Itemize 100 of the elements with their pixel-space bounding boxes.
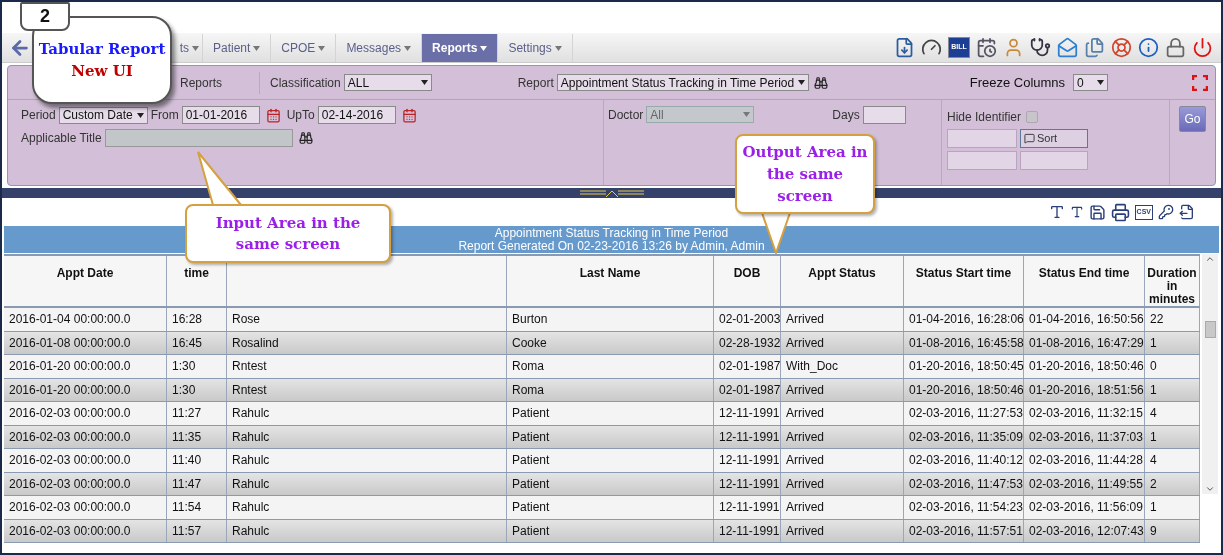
table-cell-text: Rose	[232, 311, 260, 329]
scroll-down-icon[interactable]	[1205, 484, 1215, 494]
table-cell-text: 11:40	[172, 452, 202, 470]
classification-select[interactable]: ALL	[343, 74, 432, 91]
column-header[interactable]: Last Name	[579, 267, 641, 280]
calendar-icon[interactable]	[265, 107, 281, 123]
menu-tab[interactable]: Reports	[422, 34, 499, 62]
column-header[interactable]: Duration in minutes	[1145, 267, 1199, 306]
table-row[interactable]: 2016-02-03 00:00:00.0 11:35 Rahulc Patient 12-11-1991 Arrived 02-03-2016, 11:35:09 02-03-2016, 11:37:03 1	[4, 425, 1200, 449]
column-header[interactable]: Appt Status	[808, 267, 876, 280]
key-icon[interactable]	[1158, 204, 1174, 220]
menu-tab[interactable]: Patient	[203, 34, 272, 62]
scrollbar-thumb[interactable]	[1204, 320, 1216, 338]
power-icon[interactable]	[1192, 37, 1213, 58]
splitter-handle-icon[interactable]	[579, 189, 644, 197]
mail-icon[interactable]	[1057, 37, 1078, 58]
column-header[interactable]: Status Start time	[915, 267, 1012, 280]
table-row[interactable]: 2016-01-04 00:00:00.0 16:28 Rose Burton 02-01-2003 Arrived 01-04-2016, 16:28:06 01-04-2016, 16:50:56 22	[4, 308, 1200, 332]
column-header[interactable]: time	[184, 267, 209, 280]
table-cell-text: 2016-01-08 00:00:00.0	[9, 334, 131, 352]
column-header[interactable]: Status End time	[1038, 267, 1130, 280]
table-cell-text: 02-03-2016, 12:07:43	[1029, 522, 1144, 540]
expand-icon[interactable]	[1192, 74, 1209, 91]
table-cell-text: Arrived	[786, 428, 824, 446]
table-cell-text: 1	[1150, 381, 1157, 399]
table-cell-text: 2016-02-03 00:00:00.0	[9, 522, 131, 540]
table-cell-text: 1	[1150, 499, 1157, 517]
calendar-clock-icon[interactable]	[976, 37, 997, 58]
table-row[interactable]: 2016-02-03 00:00:00.0 11:57 Rahulc Patient 12-11-1991 Arrived 02-03-2016, 11:57:51 02-03-2016, 12:07:43 9	[4, 519, 1200, 543]
table-cell-text: 1:30	[172, 358, 196, 376]
table-row[interactable]: 2016-02-03 00:00:00.0 11:40 Rahulc Patient 12-11-1991 Arrived 02-03-2016, 11:40:12 02-03-2016, 11:44:28 4	[4, 449, 1200, 473]
period-select[interactable]: Custom Date	[58, 106, 148, 124]
column-header[interactable]: Appt Date	[56, 267, 114, 280]
table-cell-text: 12-11-1991	[719, 405, 780, 423]
info-icon[interactable]	[1138, 37, 1159, 58]
table-cell-text: 2016-01-04 00:00:00.0	[9, 311, 131, 329]
table-cell-text: 2016-02-03 00:00:00.0	[9, 452, 131, 470]
table-cell-text: 01-20-2016, 18:50:46	[909, 381, 1024, 399]
menu-tab[interactable]: ts	[176, 34, 203, 62]
lifebuoy-icon[interactable]	[1111, 37, 1132, 58]
table-row[interactable]: 2016-02-03 00:00:00.0 11:54 Rahulc Patient 12-11-1991 Arrived 02-03-2016, 11:54:23 02-03-2016, 11:56:09 1	[4, 496, 1200, 520]
table-cell-text: Patient	[512, 499, 550, 517]
scroll-up-icon[interactable]	[1205, 254, 1215, 264]
table-cell-text: Rahulc	[232, 452, 270, 470]
checkbox[interactable]	[1026, 111, 1039, 123]
table-row[interactable]: 2016-02-03 00:00:00.0 11:47 Rahulc Patient 12-11-1991 Arrived 02-03-2016, 11:47:53 02-03-2016, 11:49:55 2	[4, 472, 1200, 496]
table-cell-text: 12-11-1991	[719, 452, 780, 470]
table-cell-text: Burton	[512, 311, 548, 329]
table-cell-text: Rahulc	[232, 522, 270, 540]
table-cell-text: Arrived	[786, 499, 824, 517]
column-header[interactable]: DOB	[733, 267, 761, 280]
table-cell-text: Arrived	[786, 334, 824, 352]
save-icon[interactable]	[1088, 203, 1106, 221]
table-cell-text: 02-03-2016, 11:32:15	[1029, 405, 1143, 423]
go-button[interactable]: Go	[1179, 106, 1206, 132]
documents-icon[interactable]	[1084, 37, 1105, 58]
download-list-icon[interactable]	[894, 37, 915, 58]
table-cell-text: Rahulc	[232, 428, 270, 446]
date-field[interactable]: 02-14-2016	[317, 106, 396, 124]
calendar-icon[interactable]	[401, 107, 417, 123]
search-icon[interactable]	[298, 131, 313, 145]
field-label: Freeze Columns	[969, 73, 1066, 92]
caret-icon	[136, 112, 144, 118]
table-cell-text: Rahulc	[232, 499, 270, 517]
table-cell-text: 12-11-1991	[719, 499, 780, 517]
table-cell-text: Patient	[512, 475, 550, 493]
report-select[interactable]: Appointment Status Tracking in Time Period	[556, 74, 809, 91]
lock-icon[interactable]	[1165, 37, 1186, 58]
callout-title: Tabular Report	[38, 39, 166, 60]
table-cell-text: Arrived	[786, 381, 824, 399]
print-icon[interactable]	[1110, 202, 1130, 222]
caret-icon	[318, 45, 326, 51]
action-button[interactable]: Sort	[1020, 129, 1088, 148]
font-increase-icon[interactable]	[1048, 204, 1065, 220]
date-field[interactable]: 01-01-2016	[181, 106, 260, 124]
table-row[interactable]: 2016-01-08 00:00:00.0 16:45 Rosalind Cooke 02-28-1932 Arrived 01-08-2016, 16:45:58 01-08-2016, 16:47:29 1	[4, 331, 1200, 355]
table-cell-text: 02-03-2016, 11:56:09	[1029, 499, 1143, 517]
scrollbar[interactable]	[1202, 254, 1218, 494]
table-row[interactable]: 2016-01-20 00:00:00.0 1:30 Rntest Roma 02-01-1987 Arrived 01-20-2016, 18:50:46 01-20-2016, 18:51:56 1	[4, 378, 1200, 402]
table-cell-text: 4	[1150, 452, 1157, 470]
search-icon[interactable]	[813, 75, 828, 90]
table-row[interactable]: 2016-01-20 00:00:00.0 1:30 Rntest Roma 02-01-1987 With_Doc 01-20-2016, 18:50:45 01-20-2016, 18:50:46 0	[4, 355, 1200, 379]
table-cell-text: 12-11-1991	[719, 428, 780, 446]
table-cell-text: 1:30	[172, 381, 196, 399]
menu-tab[interactable]: Settings	[498, 34, 573, 62]
table-cell-text: 2016-01-20 00:00:00.0	[9, 381, 131, 399]
menu-tab[interactable]: CPOE	[271, 34, 337, 62]
table-cell-text: Roma	[512, 358, 544, 376]
caret-icon	[797, 80, 805, 85]
days-field[interactable]	[862, 106, 906, 124]
report-subtitle: Report Generated On 02-23-2016 13:26 by Admin, Admin	[458, 239, 765, 253]
caret-icon	[480, 45, 488, 51]
font-decrease-icon[interactable]	[1069, 205, 1084, 219]
table-cell-text: 01-20-2016, 18:51:56	[1029, 381, 1144, 399]
stethoscope-icon[interactable]	[1030, 37, 1051, 58]
table-cell-text: 11:27	[172, 405, 202, 423]
table-row[interactable]: 2016-02-03 00:00:00.0 11:27 Rahulc Patient 12-11-1991 Arrived 02-03-2016, 11:27:53 02-03-2016, 11:32:15 4	[4, 402, 1200, 426]
freeze-columns-select[interactable]: 0	[1073, 74, 1109, 91]
table-cell-text: 02-03-2016, 11:47:53	[909, 475, 1023, 493]
export-icon[interactable]	[1179, 204, 1195, 220]
